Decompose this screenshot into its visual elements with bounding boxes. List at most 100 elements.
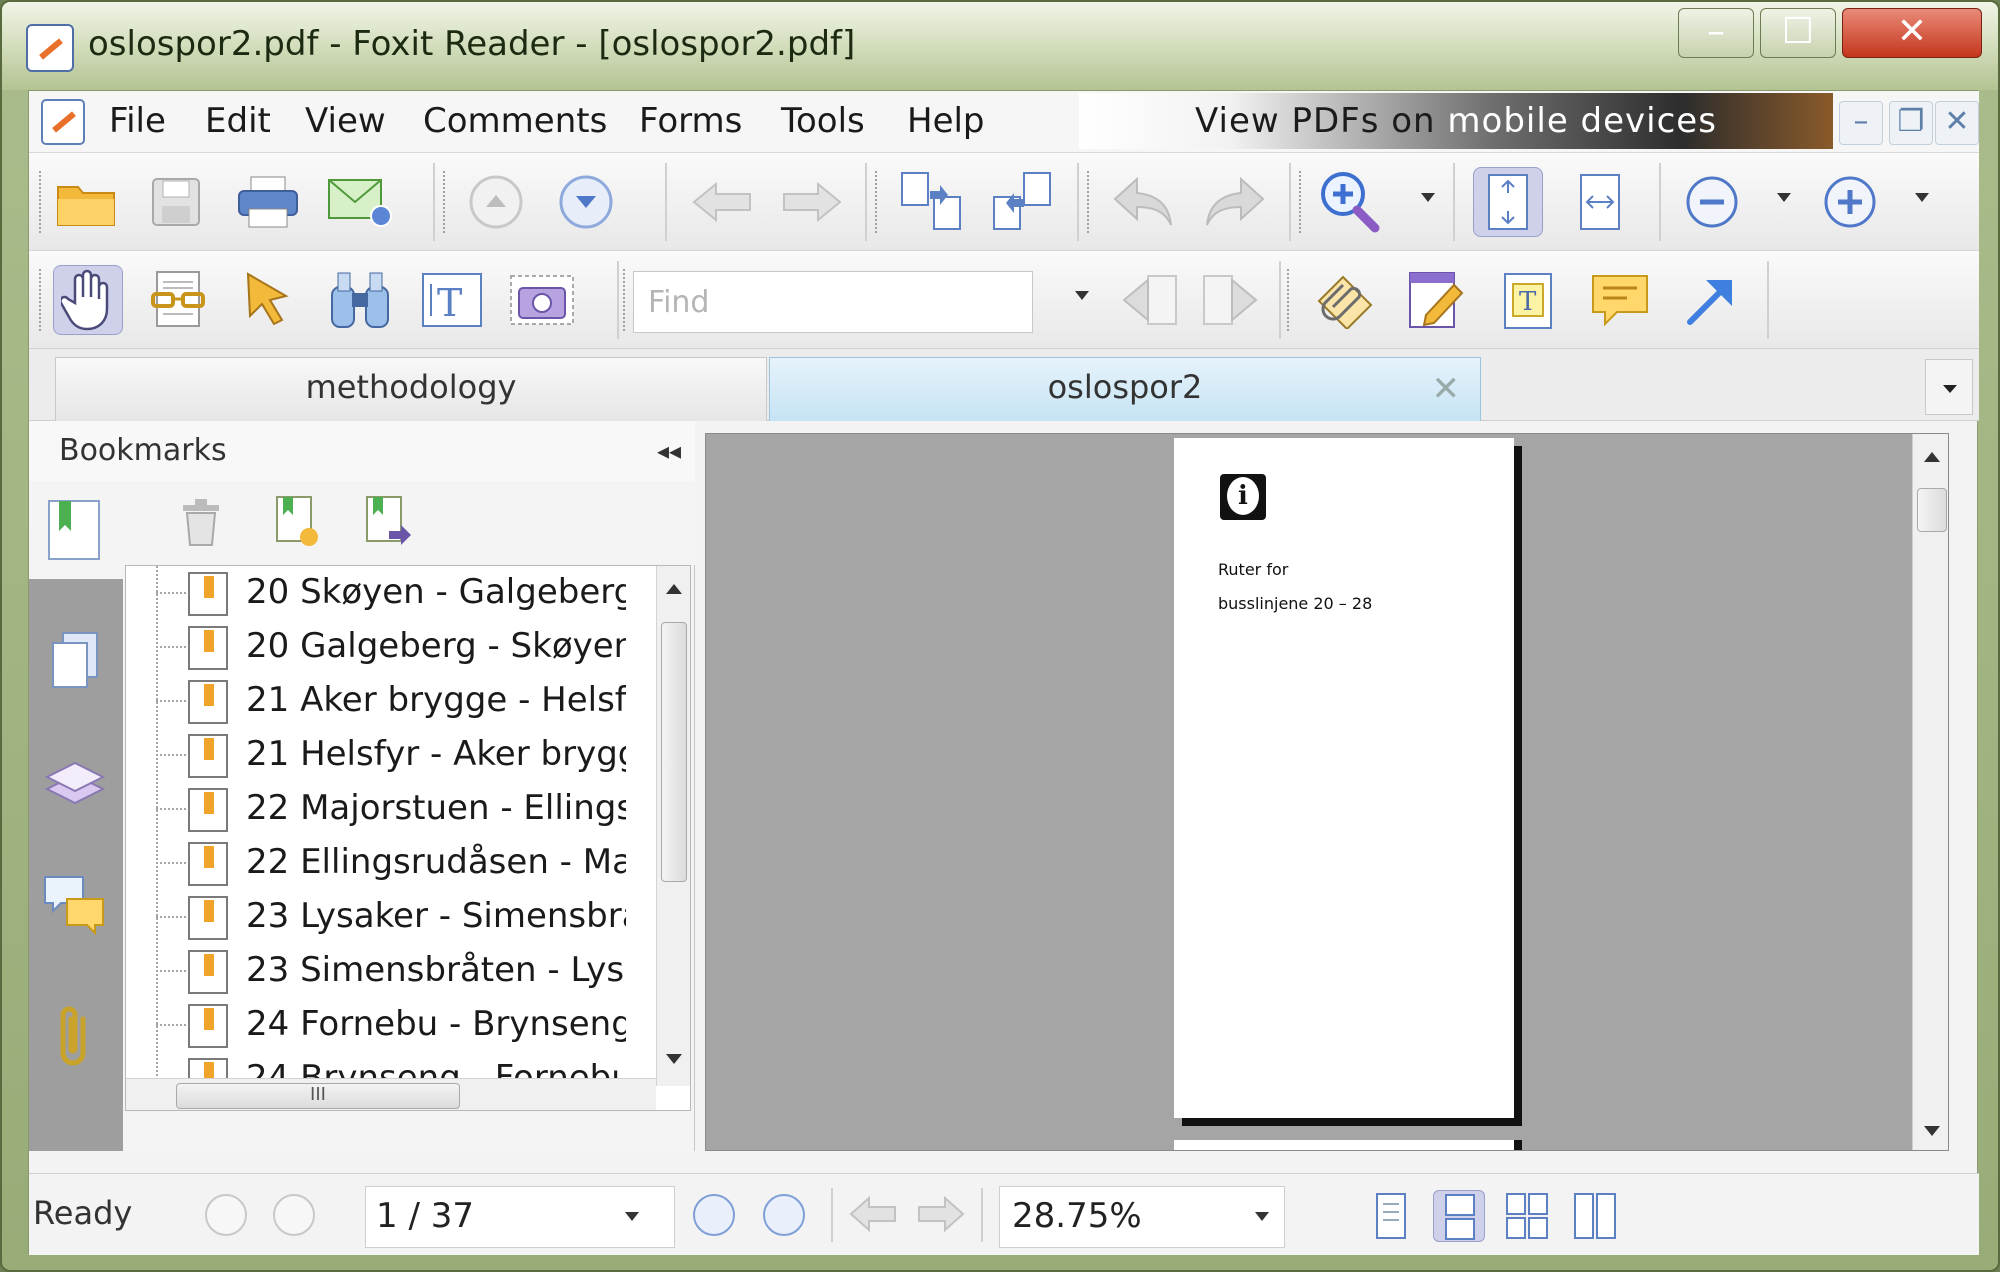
arrow-tool-button[interactable] xyxy=(1675,265,1745,335)
next-page-button[interactable] xyxy=(551,167,621,237)
open-button[interactable] xyxy=(51,167,121,237)
bookmark-item[interactable]: 22 Ellingsrudåsen - Majorstuen xyxy=(126,836,626,890)
tab-close-icon[interactable]: ✕ xyxy=(1432,360,1461,418)
status-forward-button[interactable] xyxy=(917,1195,965,1236)
title-bar[interactable]: oslospor2.pdf - Foxit Reader - [oslospor… xyxy=(2,2,1998,90)
toolbar-grip[interactable] xyxy=(1299,171,1305,233)
toolbar-grip[interactable] xyxy=(39,269,45,331)
doc-minimize-button[interactable]: – xyxy=(1839,101,1883,145)
status-back-button[interactable] xyxy=(849,1195,897,1236)
page-dropdown[interactable] xyxy=(625,1212,639,1221)
snapshot-button[interactable] xyxy=(507,265,577,335)
single-page-view-button[interactable] xyxy=(1365,1190,1417,1242)
tab-oslospor2[interactable]: oslospor2 ✕ xyxy=(769,357,1481,421)
bookmark-item[interactable]: 23 Lysaker - Simensbråten xyxy=(126,890,626,944)
text-select-button[interactable]: T xyxy=(417,265,487,335)
bookmark-item[interactable]: 23 Simensbråten - Lysaker xyxy=(126,944,626,998)
bookmark-item[interactable]: 21 Helsfyr - Aker brygge xyxy=(126,728,626,782)
toolbar-grip[interactable] xyxy=(39,171,45,233)
doc-restore-button[interactable]: ❐ xyxy=(1889,101,1933,145)
foxit-app-icon[interactable] xyxy=(26,24,74,72)
tab-list-dropdown[interactable] xyxy=(1925,359,1973,415)
prev-page-button[interactable] xyxy=(273,1194,315,1236)
menu-help[interactable]: Help xyxy=(907,101,985,141)
attach-file-button[interactable] xyxy=(1309,265,1379,335)
select-tool-button[interactable] xyxy=(235,265,305,335)
collapse-panel-button[interactable]: ◂◂ xyxy=(657,437,681,465)
move-bookmark-button[interactable] xyxy=(363,495,415,553)
menu-view[interactable]: View xyxy=(305,101,386,141)
find-options-dropdown[interactable] xyxy=(1075,291,1089,300)
bookmark-item[interactable]: 22 Majorstuen - Ellingsrudåsen xyxy=(126,782,626,836)
comments-panel-tab[interactable] xyxy=(43,873,107,937)
continuous-facing-view-button[interactable] xyxy=(1569,1190,1621,1242)
zoom-dropdown[interactable] xyxy=(1255,1212,1269,1221)
menu-comments[interactable]: Comments xyxy=(423,101,607,141)
find-previous-button[interactable] xyxy=(1115,265,1185,335)
continuous-view-button[interactable] xyxy=(1433,1190,1485,1242)
new-bookmark-button[interactable] xyxy=(273,495,321,553)
redo-button[interactable] xyxy=(1199,167,1269,237)
scroll-down-arrow[interactable] xyxy=(1924,1126,1940,1136)
find-tool-button[interactable] xyxy=(325,265,395,335)
document-icon[interactable] xyxy=(41,99,85,145)
comment-button[interactable] xyxy=(1585,265,1655,335)
bookmark-item[interactable]: 20 Skøyen - Galgeberg xyxy=(126,566,626,620)
toolbar-grip[interactable] xyxy=(875,171,881,233)
maximize-button[interactable]: ☐ xyxy=(1760,8,1836,58)
pdf-page-next[interactable] xyxy=(1174,1140,1514,1150)
scroll-thumb[interactable]: III xyxy=(176,1083,460,1109)
previous-page-button[interactable] xyxy=(461,167,531,237)
toolbar-grip[interactable] xyxy=(623,269,629,331)
attachments-panel-tab[interactable] xyxy=(43,1005,107,1069)
email-button[interactable] xyxy=(325,167,395,237)
toolbar-grip[interactable] xyxy=(1087,171,1093,233)
bookmark-item[interactable]: 20 Galgeberg - Skøyen xyxy=(126,620,626,674)
zoom-in-button[interactable] xyxy=(1815,167,1885,237)
scroll-up-arrow[interactable] xyxy=(666,584,682,594)
note-tool-button[interactable] xyxy=(1401,265,1471,335)
last-page-button[interactable] xyxy=(763,1194,805,1236)
forward-button[interactable] xyxy=(777,167,847,237)
scroll-thumb[interactable] xyxy=(661,622,687,882)
print-button[interactable] xyxy=(233,167,303,237)
zoom-in-tool-button[interactable] xyxy=(1315,167,1385,237)
close-button[interactable]: ✕ xyxy=(1842,8,1982,58)
zoom-tool-dropdown[interactable] xyxy=(1421,193,1435,202)
first-page-button[interactable] xyxy=(205,1194,247,1236)
tab-methodology[interactable]: methodology xyxy=(55,357,767,421)
menu-edit[interactable]: Edit xyxy=(205,101,271,141)
zoom-out-button[interactable] xyxy=(1677,167,1747,237)
pages-panel-tab[interactable] xyxy=(43,629,107,693)
scroll-thumb[interactable] xyxy=(1917,488,1947,532)
fit-page-button[interactable] xyxy=(1473,167,1543,237)
undo-button[interactable] xyxy=(1109,167,1179,237)
scroll-up-arrow[interactable] xyxy=(1924,452,1940,462)
toolbar-grip[interactable] xyxy=(443,171,449,233)
zoom-in-dropdown[interactable] xyxy=(1915,193,1929,202)
reader-mode-button[interactable] xyxy=(143,265,213,335)
facing-view-button[interactable] xyxy=(1501,1190,1553,1242)
bookmark-item[interactable]: 21 Aker brygge - Helsfyr xyxy=(126,674,626,728)
extract-pages-button[interactable] xyxy=(987,167,1057,237)
bookmarks-panel-tab[interactable] xyxy=(43,497,107,561)
insert-pages-button[interactable] xyxy=(897,167,967,237)
fit-width-button[interactable] xyxy=(1565,167,1635,237)
mobile-ad-banner[interactable]: View PDFs on mobile devices xyxy=(1079,93,1833,149)
bookmark-item[interactable]: 24 Fornebu - Brynseng xyxy=(126,998,626,1052)
pdf-page[interactable]: Ruter for busslinjene 20 – 28 xyxy=(1174,438,1514,1118)
layers-panel-tab[interactable] xyxy=(43,751,107,815)
menu-forms[interactable]: Forms xyxy=(639,101,742,141)
document-view[interactable]: Ruter for busslinjene 20 – 28 xyxy=(705,433,1949,1151)
menu-file[interactable]: File xyxy=(109,101,166,141)
menu-tools[interactable]: Tools xyxy=(781,101,865,141)
zoom-level-field[interactable]: 28.75% xyxy=(999,1186,1285,1248)
delete-bookmark-button[interactable] xyxy=(177,497,225,553)
document-vertical-scrollbar[interactable] xyxy=(1912,434,1948,1150)
minimize-button[interactable]: – xyxy=(1678,8,1754,58)
bookmarks-horizontal-scrollbar[interactable]: III xyxy=(126,1078,656,1110)
save-button[interactable] xyxy=(141,167,211,237)
zoom-out-dropdown[interactable] xyxy=(1777,193,1791,202)
find-input[interactable] xyxy=(633,271,1033,333)
toolbar-grip[interactable] xyxy=(1287,269,1293,331)
